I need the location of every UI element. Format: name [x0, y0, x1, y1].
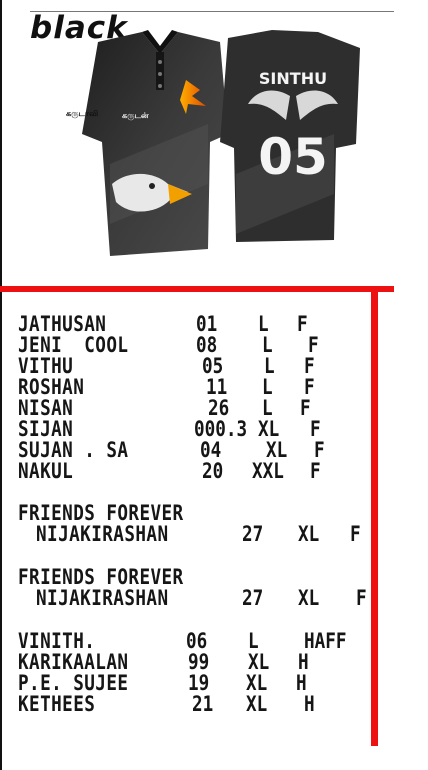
roster-size: XXL — [252, 459, 284, 483]
roster-number: 06 — [186, 629, 208, 653]
roster-number: 20 — [202, 459, 224, 483]
roster-type: F — [304, 375, 315, 399]
jersey-number: 05 — [258, 128, 328, 186]
roster-name: JATHUSAN — [18, 312, 107, 336]
roster-type: F — [297, 312, 308, 336]
jersey-back: SINTHU 05 — [220, 30, 360, 242]
roster-type: F — [310, 459, 321, 483]
roster-size: L — [248, 629, 259, 653]
roster-number: 27 — [242, 522, 264, 546]
roster-size: XL — [246, 692, 268, 716]
roster-type: HAFF — [304, 629, 347, 653]
jersey-player-name: SINTHU — [259, 69, 327, 88]
roster-size: L — [262, 375, 273, 399]
roster-number: 04 — [200, 438, 222, 462]
roster-size: XL — [298, 522, 320, 546]
roster-type: F — [356, 586, 367, 610]
roster-name: NAKUL — [18, 459, 74, 483]
roster-name: SUJAN . SA — [18, 438, 129, 462]
roster-number: 05 — [202, 354, 224, 378]
red-divider-horizontal — [0, 286, 394, 292]
roster-number: 99 — [188, 650, 210, 674]
red-divider-vertical — [371, 286, 378, 746]
roster-name: JENI COOL — [18, 333, 129, 357]
jersey-front: கருடாவி — [66, 30, 228, 256]
sponsor-left: கருடாவி — [66, 109, 98, 119]
roster-type: F — [314, 438, 325, 462]
roster-size: L — [258, 312, 269, 336]
roster-name: KARIKAALAN — [18, 650, 129, 674]
roster-number: 21 — [192, 692, 214, 716]
roster-number: 27 — [242, 586, 264, 610]
roster-name: SIJAN — [18, 417, 74, 441]
roster-size: XL — [298, 586, 320, 610]
roster-type: H — [296, 671, 307, 695]
roster-size: L — [264, 354, 275, 378]
left-border — [0, 0, 2, 770]
roster-type: F — [350, 522, 361, 546]
group-title: FRIENDS FOREVER — [18, 565, 184, 589]
roster-size: XL — [246, 671, 268, 695]
roster-name: P.E. SUJEE — [18, 671, 129, 695]
roster-name: NIJAKIRASHAN — [36, 586, 169, 610]
roster-size: L — [262, 396, 273, 420]
roster-name: ROSHAN — [18, 375, 85, 399]
roster-name: VINITH. — [18, 629, 96, 653]
sponsor-mid: கருடன் — [122, 111, 149, 121]
roster-name: NISAN — [18, 396, 74, 420]
roster-number: 08 — [196, 333, 218, 357]
roster-type: H — [304, 692, 315, 716]
roster-type: H — [298, 650, 309, 674]
roster-name: NIJAKIRASHAN — [36, 522, 169, 546]
roster-name: KETHEES — [18, 692, 96, 716]
roster-number: 11 — [206, 375, 228, 399]
roster-type: F — [300, 396, 311, 420]
roster-size: L — [262, 333, 273, 357]
roster-size: XL — [248, 650, 270, 674]
roster-number: 000.3 — [194, 417, 248, 441]
roster-size: XL — [258, 417, 280, 441]
roster-type: F — [310, 417, 321, 441]
roster-type: F — [308, 333, 319, 357]
roster-number: 19 — [188, 671, 210, 695]
roster-type: F — [304, 354, 315, 378]
roster-name: VITHU — [18, 354, 74, 378]
jersey-image: கருடாவி கருடன் SINTHU 05 — [66, 30, 360, 256]
roster-number: 01 — [196, 312, 218, 336]
roster-size: XL — [266, 438, 288, 462]
group-title: FRIENDS FOREVER — [18, 501, 184, 525]
roster-number: 26 — [208, 396, 230, 420]
